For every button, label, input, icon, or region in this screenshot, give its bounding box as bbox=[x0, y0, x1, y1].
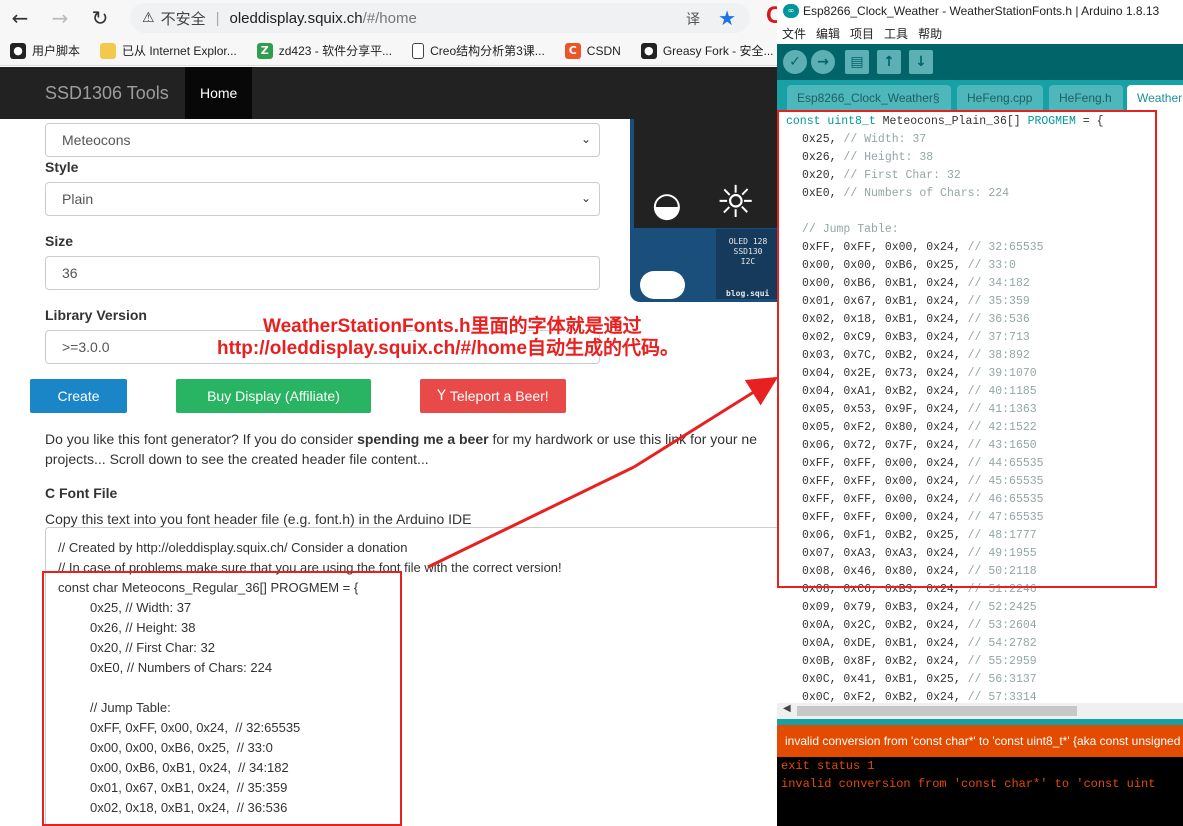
teleport-beer-button[interactable]: Y Teleport a Beer! bbox=[420, 379, 566, 413]
buy-display-button[interactable]: Buy Display (Affiliate) bbox=[176, 379, 371, 413]
code-line: 0x0B, 0x8F, 0xB2, 0x24, // 55:2959 bbox=[802, 655, 1037, 668]
security-label: 不安全 bbox=[160, 10, 206, 28]
style-select[interactable]: Plain ⌄ bbox=[45, 182, 600, 216]
csdn-icon: C bbox=[564, 42, 581, 59]
screen: ← → ↻ ⚠ 不安全 | oleddisplay.squix.ch /#/ho… bbox=[0, 0, 1183, 826]
chevron-down-icon: ⌄ bbox=[580, 132, 591, 146]
code-line: // Created by http://oleddisplay.squix.c… bbox=[58, 540, 408, 555]
size-input[interactable]: 36 bbox=[45, 256, 600, 290]
menu-sketch[interactable]: 项目 bbox=[845, 25, 879, 42]
code-line: 0x0A, 0x2C, 0xB2, 0x24, // 53:2604 bbox=[802, 619, 1037, 632]
arduino-logo-icon: ∞ bbox=[783, 4, 799, 18]
ide-menu-bar: 文件 编辑 项目 工具 帮助 bbox=[777, 22, 1183, 44]
menu-file[interactable]: 文件 bbox=[777, 25, 811, 42]
greasyfork-icon: ● bbox=[640, 42, 657, 59]
reload-icon: ↻ bbox=[91, 6, 109, 30]
ide-tab-bar: Esp8266_Clock_Weather§ HeFeng.cpp HeFeng… bbox=[777, 80, 1183, 110]
code-line: 0x09, 0x79, 0xB3, 0x24, // 52:2425 bbox=[802, 601, 1037, 614]
highlight-box-webpage-code bbox=[42, 571, 402, 826]
verify-button[interactable]: ✓ bbox=[783, 50, 807, 74]
ide-toolbar: ✓ → ▤ ↑ ↓ bbox=[777, 44, 1183, 80]
editor-horizontal-scrollbar[interactable]: ◀ bbox=[777, 703, 1183, 719]
display-preview: ◒ ☼ OLED 128 SSD130 I2C blog.squi bbox=[630, 119, 780, 302]
font-family-select[interactable]: Meteocons ⌄ bbox=[45, 123, 600, 157]
highlight-box-ide-code bbox=[777, 110, 1157, 588]
scroll-left-icon[interactable]: ◀ bbox=[783, 703, 791, 714]
code-line: 0x0A, 0xDE, 0xB1, 0x24, // 54:2782 bbox=[802, 637, 1037, 650]
new-sketch-button[interactable]: ▤ bbox=[845, 50, 869, 74]
sunrise-icon: ◒ bbox=[652, 185, 682, 225]
tab-hefeng-cpp[interactable]: HeFeng.cpp bbox=[957, 85, 1043, 110]
upload-button[interactable]: → bbox=[811, 50, 835, 74]
size-label: Size bbox=[45, 233, 74, 249]
copy-instructions: Copy this text into you font header file… bbox=[45, 511, 472, 527]
back-arrow-icon: ← bbox=[11, 6, 29, 30]
donation-paragraph: Do you like this font generator? If you … bbox=[45, 431, 757, 467]
bookmark-star-icon[interactable]: ★ bbox=[718, 6, 736, 30]
ide-console: exit status 1 invalid conversion from 'c… bbox=[777, 757, 1183, 826]
glass-icon: Y bbox=[437, 388, 446, 404]
open-sketch-button[interactable]: ↑ bbox=[877, 50, 901, 74]
document-icon bbox=[412, 42, 425, 59]
site-brand[interactable]: SSD1306 Tools bbox=[0, 83, 185, 104]
zd423-icon: Z bbox=[256, 42, 273, 59]
style-label: Style bbox=[45, 159, 79, 175]
check-icon: ✓ bbox=[789, 54, 801, 70]
c-font-file-heading: C Font File bbox=[45, 485, 118, 501]
site-navbar: SSD1306 Tools Home bbox=[0, 67, 780, 119]
ide-error-status: invalid conversion from 'const char*' to… bbox=[777, 725, 1183, 757]
arrow-up-icon: ↑ bbox=[883, 54, 895, 70]
tab-esp8266-clock-weather[interactable]: Esp8266_Clock_Weather§ bbox=[787, 85, 951, 110]
scrollbar-thumb[interactable] bbox=[797, 706, 1077, 716]
address-bar[interactable]: ⚠ 不安全 | oleddisplay.squix.ch /#/home 译 ★ bbox=[130, 3, 750, 33]
nav-home-link[interactable]: Home bbox=[185, 67, 253, 119]
menu-help[interactable]: 帮助 bbox=[913, 25, 947, 42]
folder-icon bbox=[100, 42, 117, 59]
url-host: oleddisplay.squix.ch bbox=[229, 9, 363, 27]
sun-icon: ☼ bbox=[716, 177, 756, 228]
forward-arrow-icon: → bbox=[51, 6, 69, 30]
bookmark-item[interactable]: ● Greasy Fork - 安全... bbox=[631, 42, 784, 59]
userscript-icon: ● bbox=[10, 42, 26, 59]
bookmarks-bar: ● 用户脚本 已从 Internet Explor... Zzd423 - 软件分… bbox=[0, 36, 780, 66]
reload-button[interactable]: ↻ bbox=[80, 0, 120, 36]
translate-icon[interactable]: 译 bbox=[686, 9, 700, 29]
code-line: 0x0C, 0xF2, 0xB2, 0x24, // 57:3314 bbox=[802, 691, 1037, 703]
warning-icon: ⚠ bbox=[142, 10, 155, 26]
bookmark-item[interactable]: ● 用户脚本 bbox=[0, 42, 90, 59]
bookmark-item[interactable]: Zzd423 - 软件分享平... bbox=[247, 42, 402, 59]
bookmark-item[interactable]: 已从 Internet Explor... bbox=[90, 42, 247, 59]
forward-button[interactable]: → bbox=[40, 0, 80, 36]
menu-edit[interactable]: 编辑 bbox=[811, 25, 845, 42]
tab-hefeng-h[interactable]: HeFeng.h bbox=[1049, 85, 1123, 110]
library-version-label: Library Version bbox=[45, 307, 147, 323]
new-file-icon: ▤ bbox=[850, 54, 864, 70]
arrow-down-icon: ↓ bbox=[915, 54, 927, 70]
arrow-right-icon: → bbox=[817, 54, 829, 70]
oled-module-label: OLED 128 SSD130 I2C blog.squi bbox=[716, 229, 780, 299]
back-button[interactable]: ← bbox=[0, 0, 40, 36]
tab-weatherstationfonts[interactable]: Weather bbox=[1127, 85, 1183, 110]
annotation-text: WeatherStationFonts.h里面的字体就是通过 http://ol… bbox=[217, 316, 680, 359]
bookmark-item[interactable]: Creo结构分析第3课... bbox=[402, 42, 555, 59]
ide-title-bar: ∞ Esp8266_Clock_Weather - WeatherStation… bbox=[777, 0, 1183, 22]
menu-tools[interactable]: 工具 bbox=[879, 25, 913, 42]
create-button[interactable]: Create bbox=[30, 379, 127, 413]
browser-toolbar: ← → ↻ ⚠ 不安全 | oleddisplay.squix.ch /#/ho… bbox=[0, 0, 780, 36]
code-line: 0x0C, 0x41, 0xB1, 0x25, // 56:3137 bbox=[802, 673, 1037, 686]
board-connector bbox=[640, 271, 685, 299]
chevron-down-icon: ⌄ bbox=[580, 191, 591, 205]
bookmark-item[interactable]: C CSDN bbox=[555, 42, 631, 59]
url-path: /#/home bbox=[362, 9, 417, 27]
address-separator: | bbox=[215, 9, 220, 27]
save-sketch-button[interactable]: ↓ bbox=[909, 50, 933, 74]
